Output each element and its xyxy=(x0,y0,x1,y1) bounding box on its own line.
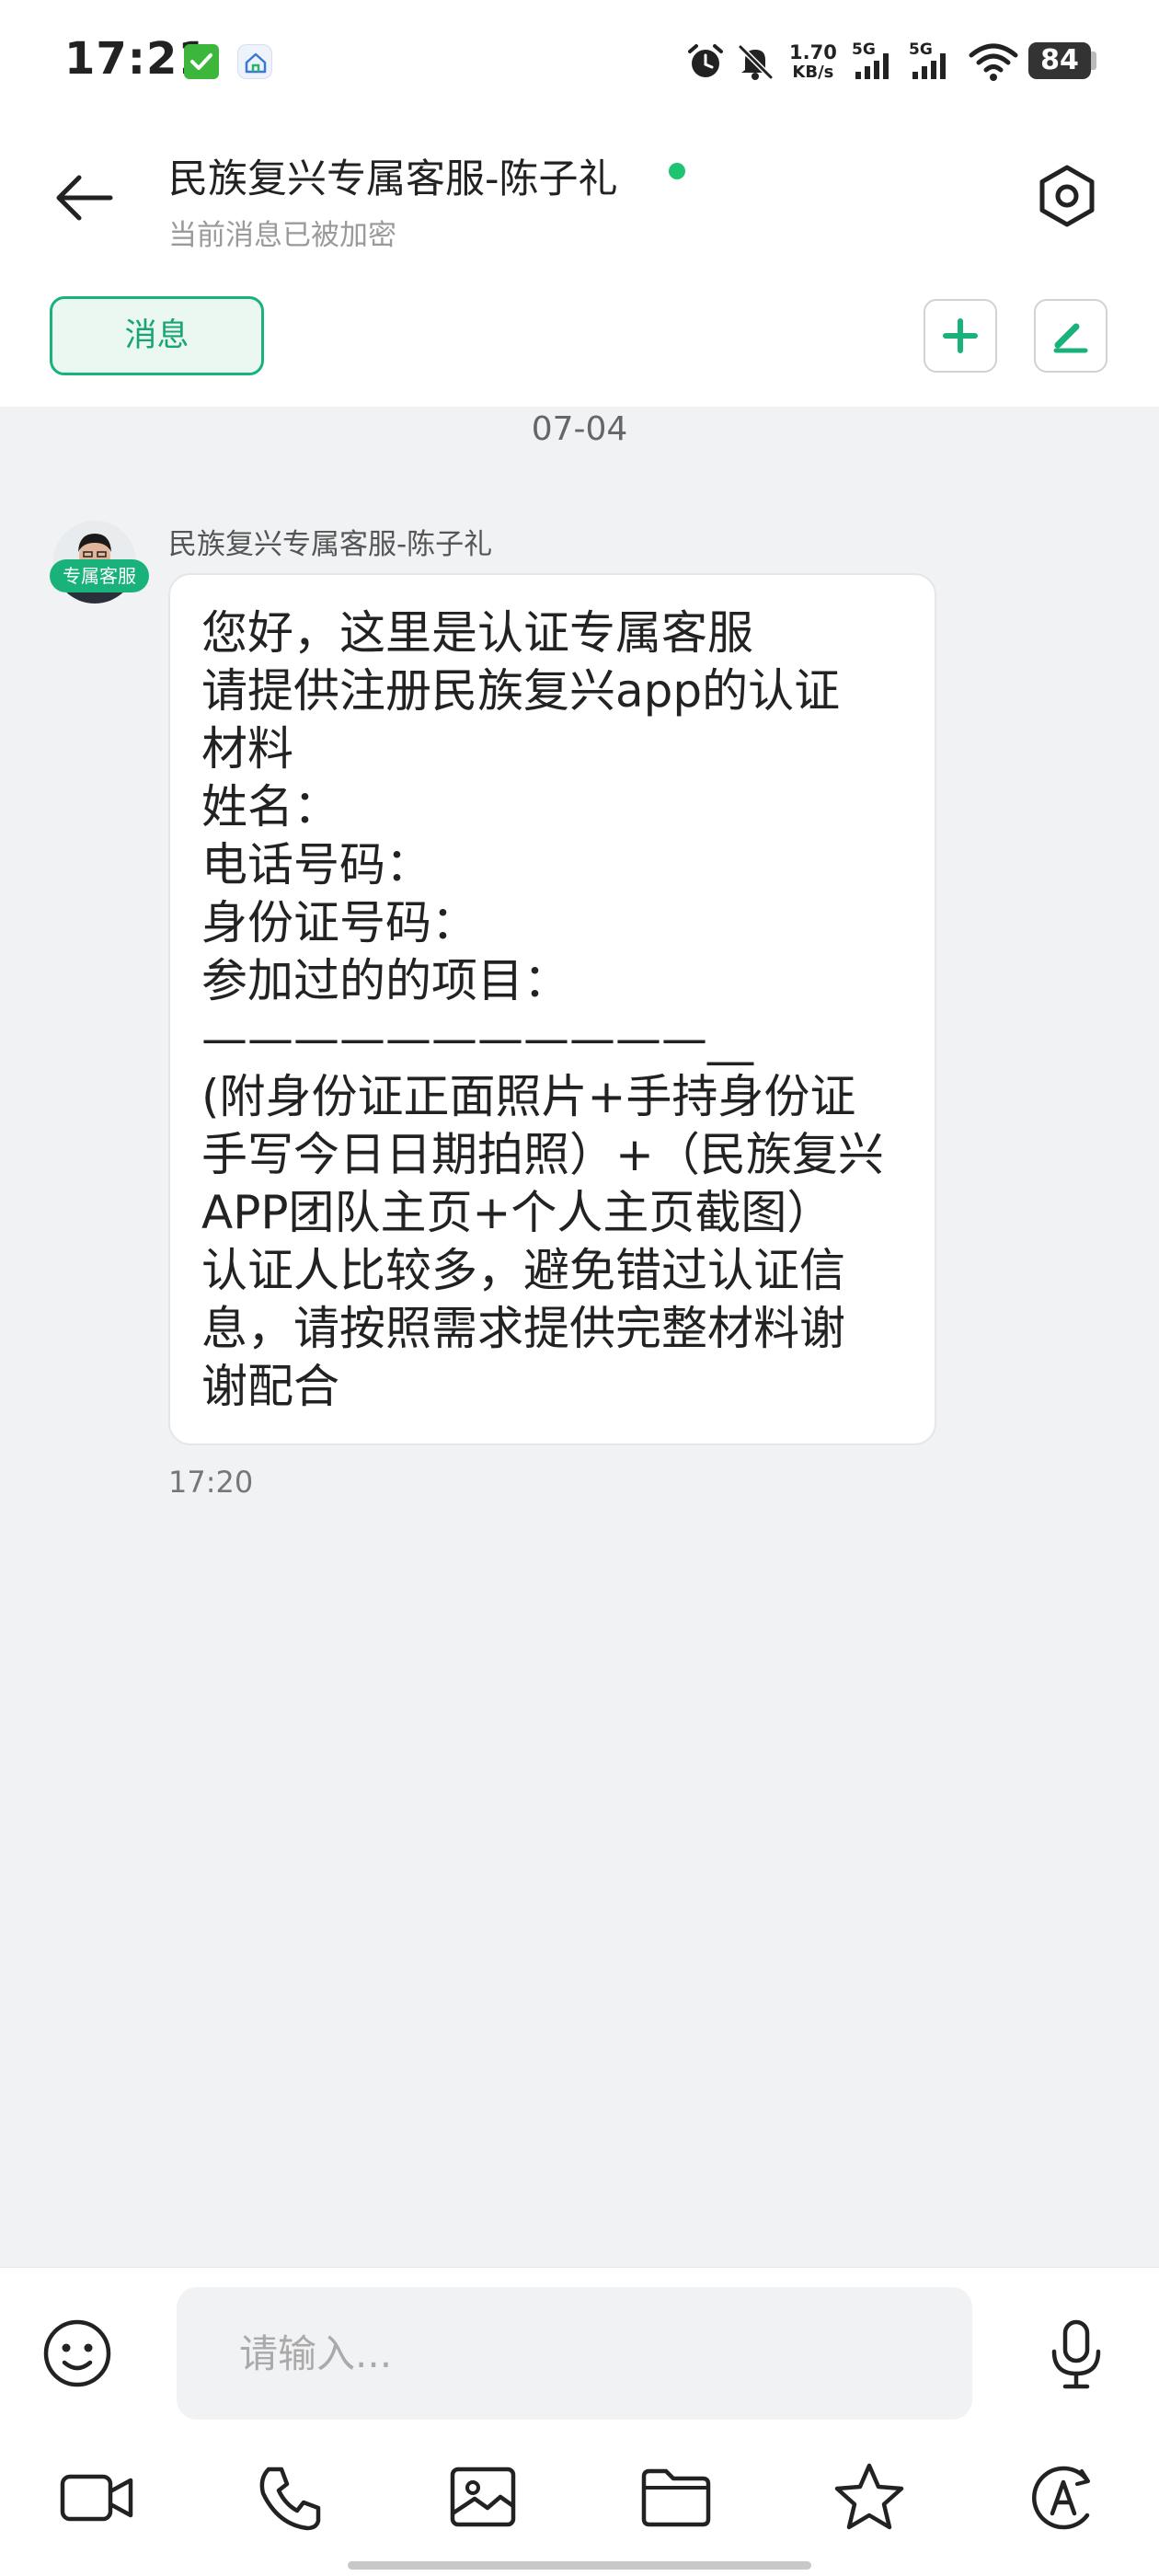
video-call-button[interactable] xyxy=(55,2456,138,2539)
home-indicator[interactable] xyxy=(348,2561,811,2570)
checklist-app-icon xyxy=(184,44,219,79)
message-line: 姓名： xyxy=(201,780,339,834)
voice-call-button[interactable] xyxy=(248,2456,331,2539)
wifi-icon xyxy=(968,40,1019,83)
mute-icon xyxy=(734,40,776,83)
message-line: 身份证号码： xyxy=(201,896,477,949)
pencil-icon xyxy=(1053,323,1088,353)
online-status-dot xyxy=(669,163,685,179)
star-icon xyxy=(834,2463,904,2530)
sender-name: 民族复兴专属客服-陈子礼 xyxy=(168,528,493,561)
battery-icon: 84 xyxy=(1028,42,1091,79)
file-button[interactable] xyxy=(635,2456,717,2539)
message-line: 请提供注册民族复兴app的认证 xyxy=(201,664,841,718)
settings-hexagon-icon xyxy=(1039,165,1095,227)
edit-button[interactable] xyxy=(1034,299,1107,373)
add-button[interactable] xyxy=(924,299,997,373)
message-line: 谢配合 xyxy=(201,1360,339,1413)
plus-icon xyxy=(943,318,978,353)
image-icon xyxy=(450,2467,516,2527)
message-bubble[interactable]: 您好，这里是认证专属客服 请提供注册民族复兴app的认证 材料 姓名： 电话号码… xyxy=(168,573,936,1445)
settings-button[interactable] xyxy=(1021,155,1113,237)
chat-title: 民族复兴专属客服-陈子礼 xyxy=(168,156,618,202)
image-button[interactable] xyxy=(442,2456,524,2539)
folder-icon xyxy=(641,2468,711,2527)
tab-messages[interactable]: 消息 xyxy=(50,296,264,375)
message-line: 息，请按照需求提供完整材料谢 xyxy=(201,1302,845,1355)
translate-icon xyxy=(1032,2466,1090,2530)
alarm-icon xyxy=(684,40,727,83)
message-line: 认证人比较多，避免错过认证信 xyxy=(201,1244,845,1297)
phone-icon xyxy=(259,2467,321,2531)
translate-button[interactable] xyxy=(1021,2456,1104,2539)
message-line: (附身份证正面照片+手持身份证 xyxy=(201,1070,856,1123)
net-speed: 1.70 KB/s xyxy=(789,41,837,82)
signal-icon: 5G xyxy=(852,40,901,83)
message-line: 参加过的的项目： xyxy=(201,954,569,1007)
message-line: ———————————__ xyxy=(201,1012,753,1065)
microphone-icon xyxy=(1051,2319,1101,2389)
video-call-icon xyxy=(60,2474,133,2522)
agent-badge: 专属客服 xyxy=(50,559,149,592)
message-line: APP团队主页+个人主页截图） xyxy=(201,1186,833,1239)
signal-icon: 5G xyxy=(909,40,958,83)
message-line: 您好，这里是认证专属客服 xyxy=(201,606,753,660)
smiley-icon xyxy=(43,2319,111,2387)
microphone-button[interactable] xyxy=(1039,2317,1113,2390)
home-app-icon xyxy=(237,44,272,79)
favorite-button[interactable] xyxy=(828,2456,911,2539)
encryption-notice: 当前消息已被加密 xyxy=(168,219,396,252)
back-button[interactable] xyxy=(37,156,129,239)
date-separator: 07-04 xyxy=(531,410,628,448)
emoji-button[interactable] xyxy=(40,2317,114,2390)
arrow-left-icon xyxy=(56,175,113,221)
battery-tip xyxy=(1091,52,1096,70)
message-line: 材料 xyxy=(201,722,293,776)
message-input[interactable] xyxy=(177,2287,972,2420)
message-line: 手写今日日期拍照）+（民族复兴 xyxy=(201,1128,884,1181)
message-time: 17:20 xyxy=(168,1465,254,1500)
message-line: 电话号码： xyxy=(201,838,431,891)
